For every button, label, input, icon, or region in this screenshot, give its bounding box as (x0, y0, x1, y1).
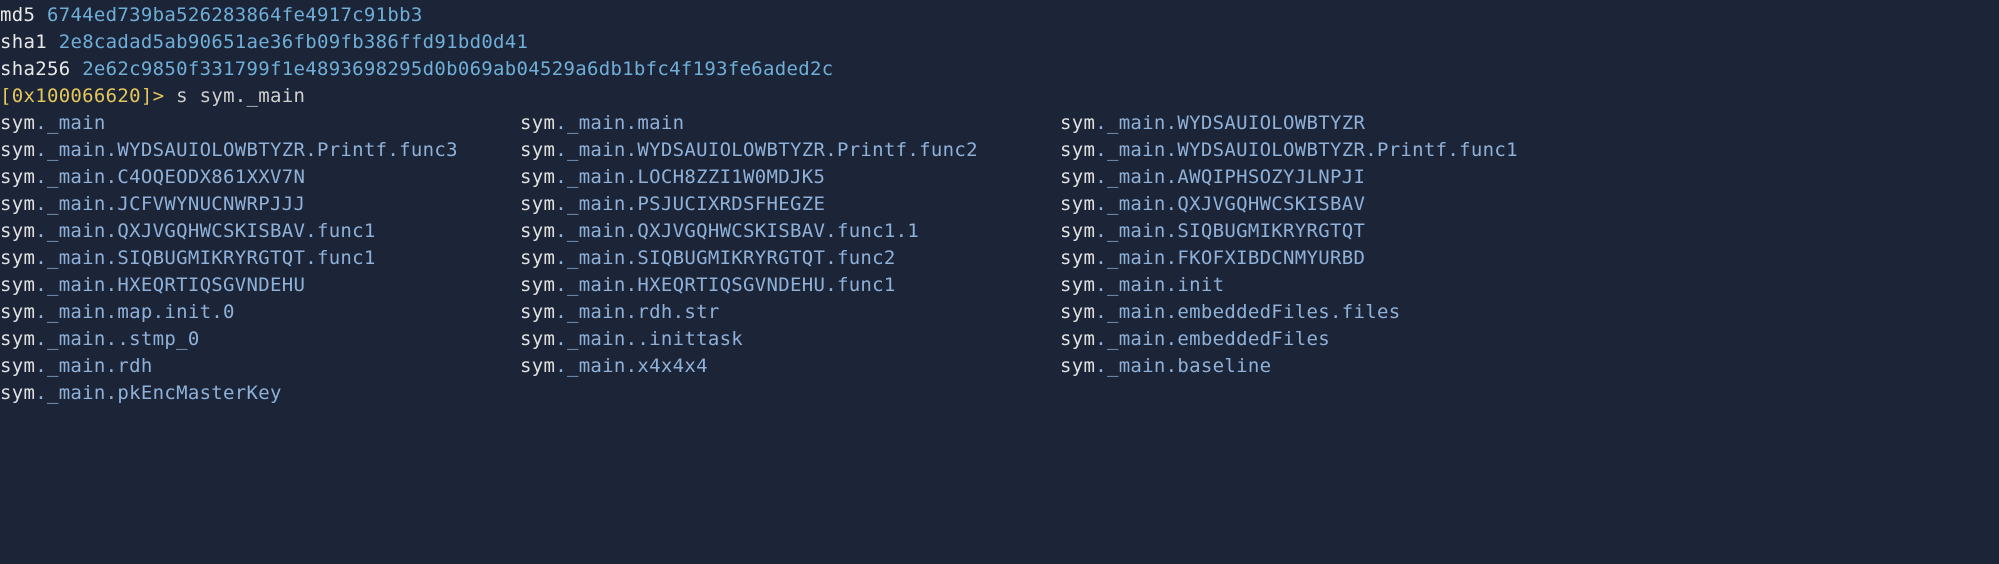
symbol-cell: sym._main.SIQBUGMIKRYRGTQT (1060, 218, 1999, 245)
sha256-value: 2e62c9850f331799f1e4893698295d0b069ab045… (82, 58, 833, 80)
symbol-cell: sym._main.HXEQRTIQSGVNDEHU (0, 272, 520, 299)
prompt-address: [0x100066620] (0, 85, 153, 107)
symbol-cell: sym._main.x4x4x4 (520, 353, 1060, 380)
symbol-columns: sym._mainsym._main.mainsym._main.WYDSAUI… (0, 110, 1999, 407)
prompt-arrow: > (153, 85, 165, 107)
symbol-row: sym._main.rdhsym._main.x4x4x4sym._main.b… (0, 353, 1999, 380)
symbol-cell: sym._main.init (1060, 272, 1999, 299)
symbol-cell: sym._main..stmp_0 (0, 326, 520, 353)
symbol-row: sym._main.QXJVGQHWCSKISBAV.func1sym._mai… (0, 218, 1999, 245)
sha1-label: sha1 (0, 31, 47, 53)
symbol-cell: sym._main.main (520, 110, 1060, 137)
symbol-row: sym._mainsym._main.mainsym._main.WYDSAUI… (0, 110, 1999, 137)
symbol-cell: sym._main.HXEQRTIQSGVNDEHU.func1 (520, 272, 1060, 299)
hash-line-sha1: sha1 2e8cadad5ab90651ae36fb09fb386ffd91b… (0, 29, 1999, 56)
sha1-value: 2e8cadad5ab90651ae36fb09fb386ffd91bd0d41 (59, 31, 529, 53)
symbol-cell: sym._main (0, 110, 520, 137)
symbol-cell: sym._main.JCFVWYNUCNWRPJJJ (0, 191, 520, 218)
symbol-cell: sym._main.QXJVGQHWCSKISBAV (1060, 191, 1999, 218)
symbol-cell: sym._main.rdh (0, 353, 520, 380)
symbol-row: sym._main.SIQBUGMIKRYRGTQT.func1sym._mai… (0, 245, 1999, 272)
symbol-cell (520, 380, 1060, 407)
symbol-cell: sym._main.SIQBUGMIKRYRGTQT.func2 (520, 245, 1060, 272)
symbol-cell: sym._main.C4OQEODX861XXV7N (0, 164, 520, 191)
symbol-row: sym._main.WYDSAUIOLOWBTYZR.Printf.func3s… (0, 137, 1999, 164)
symbol-cell (1060, 380, 1999, 407)
symbol-row: sym._main.map.init.0sym._main.rdh.strsym… (0, 299, 1999, 326)
symbol-cell: sym._main.WYDSAUIOLOWBTYZR.Printf.func2 (520, 137, 1060, 164)
symbol-row: sym._main..stmp_0sym._main..inittasksym.… (0, 326, 1999, 353)
terminal-output: md5 6744ed739ba526283864fe4917c91bb3 sha… (0, 0, 1999, 407)
symbol-cell: sym._main.QXJVGQHWCSKISBAV.func1 (0, 218, 520, 245)
hash-line-sha256: sha256 2e62c9850f331799f1e4893698295d0b0… (0, 56, 1999, 83)
symbol-cell: sym._main.QXJVGQHWCSKISBAV.func1.1 (520, 218, 1060, 245)
md5-label: md5 (0, 4, 35, 26)
symbol-cell: sym._main.embeddedFiles.files (1060, 299, 1999, 326)
symbol-cell: sym._main.FKOFXIBDCNMYURBD (1060, 245, 1999, 272)
symbol-row: sym._main.HXEQRTIQSGVNDEHUsym._main.HXEQ… (0, 272, 1999, 299)
symbol-row: sym._main.pkEncMasterKey (0, 380, 1999, 407)
symbol-cell: sym._main.AWQIPHSOZYJLNPJI (1060, 164, 1999, 191)
symbol-cell: sym._main.embeddedFiles (1060, 326, 1999, 353)
symbol-cell: sym._main.WYDSAUIOLOWBTYZR.Printf.func3 (0, 137, 520, 164)
md5-value: 6744ed739ba526283864fe4917c91bb3 (47, 4, 423, 26)
prompt-line[interactable]: [0x100066620]> s sym._main (0, 83, 1999, 110)
hash-line-md5: md5 6744ed739ba526283864fe4917c91bb3 (0, 2, 1999, 29)
symbol-row: sym._main.C4OQEODX861XXV7Nsym._main.LOCH… (0, 164, 1999, 191)
command-input[interactable]: s sym._main (176, 85, 305, 107)
symbol-cell: sym._main.rdh.str (520, 299, 1060, 326)
symbol-cell: sym._main.LOCH8ZZI1W0MDJK5 (520, 164, 1060, 191)
symbol-cell: sym._main..inittask (520, 326, 1060, 353)
symbol-cell: sym._main.SIQBUGMIKRYRGTQT.func1 (0, 245, 520, 272)
symbol-cell: sym._main.WYDSAUIOLOWBTYZR (1060, 110, 1999, 137)
symbol-row: sym._main.JCFVWYNUCNWRPJJJsym._main.PSJU… (0, 191, 1999, 218)
sha256-label: sha256 (0, 58, 70, 80)
symbol-cell: sym._main.map.init.0 (0, 299, 520, 326)
symbol-cell: sym._main.WYDSAUIOLOWBTYZR.Printf.func1 (1060, 137, 1999, 164)
symbol-cell: sym._main.pkEncMasterKey (0, 380, 520, 407)
symbol-cell: sym._main.PSJUCIXRDSFHEGZE (520, 191, 1060, 218)
symbol-cell: sym._main.baseline (1060, 353, 1999, 380)
